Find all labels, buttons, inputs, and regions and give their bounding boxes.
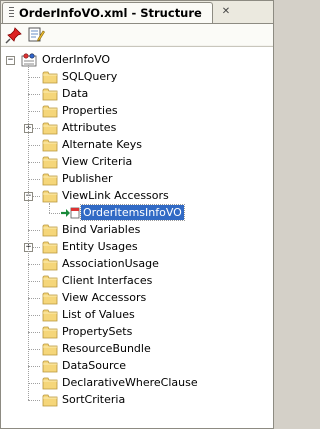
tree-item-list-of-values[interactable]: List of Values <box>60 307 137 322</box>
tree-item-orderitemsinfovo[interactable]: OrderItemsInfoVO <box>80 204 185 221</box>
tree-item-alternate-keys[interactable]: Alternate Keys <box>60 137 144 152</box>
edit-properties-icon[interactable] <box>27 26 45 44</box>
tree-connector <box>28 315 40 316</box>
tree-item-associationusage[interactable]: AssociationUsage <box>60 256 161 271</box>
folder-icon <box>42 359 58 373</box>
tree-item-data[interactable]: Data <box>60 86 90 101</box>
tree-item-client-interfaces[interactable]: Client Interfaces <box>60 273 154 288</box>
tab-title: OrderInfoVO.xml - Structure <box>19 6 202 20</box>
tree-connector <box>49 203 50 213</box>
tree-connector <box>28 281 40 282</box>
folder-icon <box>42 325 58 339</box>
close-icon[interactable]: ✕ <box>219 5 233 19</box>
folder-icon <box>42 104 58 118</box>
view-object-icon <box>21 53 37 67</box>
tree-connector <box>49 213 60 214</box>
folder-icon <box>42 291 58 305</box>
tree-item-sqlquery[interactable]: SQLQuery <box>60 69 119 84</box>
folder-icon <box>42 376 58 390</box>
tree-item-viewlink-accessors[interactable]: ViewLink Accessors <box>60 188 171 203</box>
tree-item-resourcebundle[interactable]: ResourceBundle <box>60 341 153 356</box>
tree-connector <box>28 366 40 367</box>
pin-icon[interactable] <box>5 26 23 44</box>
tree-root-label[interactable]: OrderInfoVO <box>40 52 112 67</box>
folder-icon <box>42 257 58 271</box>
tree-connector <box>28 94 40 95</box>
folder-icon <box>42 172 58 186</box>
folder-icon <box>42 240 58 254</box>
structure-tree[interactable]: − OrderInfoVO SQLQuery Data Properties + Attri… <box>1 46 273 428</box>
tree-item-datasource[interactable]: DataSource <box>60 358 128 373</box>
tree-item-entity-usages[interactable]: Entity Usages <box>60 239 140 254</box>
title-bar: OrderInfoVO.xml - Structure ✕ <box>1 1 273 23</box>
tree-item-publisher[interactable]: Publisher <box>60 171 115 186</box>
tree-connector <box>28 264 40 265</box>
tree-connector <box>28 77 40 78</box>
tree-connector <box>28 349 40 350</box>
tree-connector <box>28 332 40 333</box>
tree-connector <box>28 298 40 299</box>
folder-icon <box>42 393 58 407</box>
folder-icon <box>42 121 58 135</box>
tree-connector <box>28 111 40 112</box>
tree-item-declarativewhereclause[interactable]: DeclarativeWhereClause <box>60 375 200 390</box>
folder-icon <box>42 138 58 152</box>
folder-icon <box>42 87 58 101</box>
tree-connector <box>28 145 40 146</box>
folder-icon <box>42 342 58 356</box>
tree-item-bind-variables[interactable]: Bind Variables <box>60 222 142 237</box>
folder-icon <box>42 223 58 237</box>
tree-item-view-accessors[interactable]: View Accessors <box>60 290 148 305</box>
tree-item-sortcriteria[interactable]: SortCriteria <box>60 392 127 407</box>
tree-connector <box>28 65 29 400</box>
tab-structure[interactable]: OrderInfoVO.xml - Structure <box>2 2 213 23</box>
structure-window: OrderInfoVO.xml - Structure ✕ − OrderInfo… <box>0 0 274 429</box>
grip-icon[interactable] <box>9 7 14 20</box>
root-expander-icon[interactable]: − <box>6 56 15 65</box>
toolbar <box>1 23 273 45</box>
tree-connector <box>28 230 40 231</box>
folder-icon <box>42 155 58 169</box>
viewlink-accessor-icon <box>60 206 80 220</box>
tree-connector <box>28 400 40 401</box>
tree-connector <box>28 383 40 384</box>
folder-icon <box>42 274 58 288</box>
folder-icon <box>42 189 58 203</box>
tree-connector <box>28 179 40 180</box>
tree-item-propertysets[interactable]: PropertySets <box>60 324 134 339</box>
tree-connector <box>28 162 40 163</box>
tree-item-properties[interactable]: Properties <box>60 103 120 118</box>
tree-item-attributes[interactable]: Attributes <box>60 120 118 135</box>
folder-icon <box>42 70 58 84</box>
tree-item-view-criteria[interactable]: View Criteria <box>60 154 134 169</box>
folder-icon <box>42 308 58 322</box>
